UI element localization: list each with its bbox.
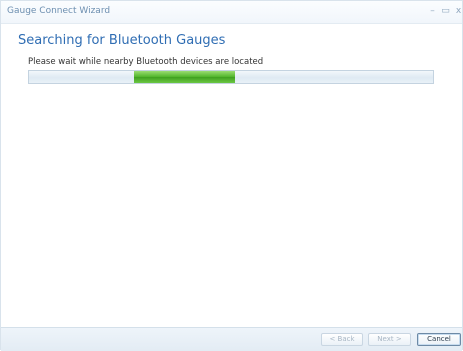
back-button[interactable]: < Back	[321, 333, 363, 346]
close-icon[interactable]: x	[453, 5, 463, 17]
maximize-icon[interactable]: ▭	[440, 5, 451, 17]
wizard-window: Gauge Connect Wizard – ▭ x Searching for…	[0, 0, 463, 351]
next-button[interactable]: Next >	[368, 333, 411, 346]
instruction-text: Please wait while nearby Bluetooth devic…	[28, 57, 264, 67]
cancel-button[interactable]: Cancel	[417, 333, 461, 346]
progress-indicator	[134, 71, 235, 83]
window-title: Gauge Connect Wizard	[7, 6, 111, 16]
title-bar[interactable]: Gauge Connect Wizard – ▭ x	[1, 1, 462, 24]
minimize-icon[interactable]: –	[427, 5, 438, 17]
page-title: Searching for Bluetooth Gauges	[18, 33, 226, 48]
search-progress-bar	[28, 70, 434, 84]
